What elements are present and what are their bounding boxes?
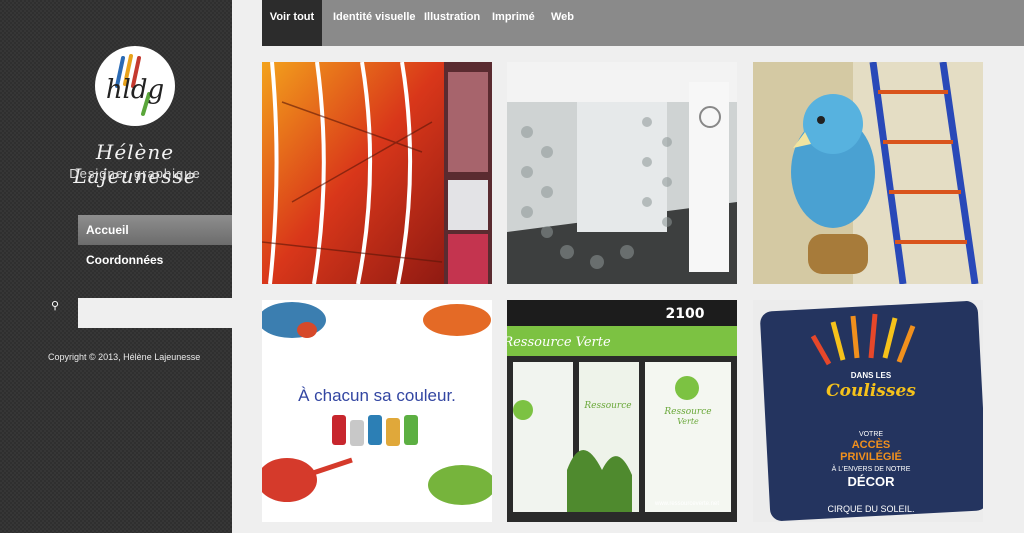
portfolio-item-ressource-verte[interactable]: 2100 Ressource Verte Ressource Ressource…	[507, 300, 737, 522]
portfolio-thumbnail	[507, 62, 737, 284]
tab-voir-tout[interactable]: Voir tout	[262, 0, 322, 46]
window-logo-1: Ressource	[583, 401, 631, 411]
window-logo-2: Ressource	[663, 407, 711, 417]
portfolio-thumbnail: À chacun sa couleur.	[262, 300, 492, 522]
logo[interactable]: hldg	[95, 46, 175, 126]
building-number: 2100	[666, 306, 705, 322]
tab-illustration[interactable]: Illustration	[424, 0, 480, 46]
nav-item-coordonnees[interactable]: Coordonnées	[78, 245, 232, 275]
sidebar: hldg Hélène Lajeunesse Designer graphiqu…	[0, 0, 232, 533]
card-line-5: PRIVILÉGIÉ	[840, 450, 902, 463]
tab-imprime[interactable]: Imprimé	[492, 0, 535, 46]
portfolio-item-office-glass[interactable]	[507, 62, 737, 284]
card-line-1: DANS LES	[851, 371, 892, 380]
store-url: www.ressourceverte.net	[654, 501, 719, 507]
portfolio-item-blue-bird[interactable]	[753, 62, 983, 284]
portfolio-item-chameleons[interactable]: À chacun sa couleur.	[262, 300, 492, 522]
portfolio-item-red-glass[interactable]	[262, 62, 492, 284]
store-sign: Ressource Verte	[507, 335, 611, 350]
card-line-4: ACCÈS	[852, 438, 891, 451]
card-line-2: Coulisses	[826, 381, 916, 401]
search-icon[interactable]: ⚲	[46, 298, 64, 314]
portfolio-thumbnail: 2100 Ressource Verte Ressource Ressource…	[507, 300, 737, 522]
search-input[interactable]	[78, 298, 232, 328]
tile-caption: À chacun sa couleur.	[298, 386, 456, 405]
portfolio-thumbnail: DANS LES Coulisses VOTRE ACCÈS PRIVILÉGI…	[753, 300, 983, 522]
logo-mark: hldg	[106, 54, 164, 116]
portfolio-item-cirque-du-soleil[interactable]: DANS LES Coulisses VOTRE ACCÈS PRIVILÉGI…	[753, 300, 983, 522]
sidebar-nav: Accueil Coordonnées	[78, 215, 232, 275]
phones	[332, 415, 418, 446]
nav-item-accueil[interactable]: Accueil	[78, 215, 232, 245]
tab-identite-visuelle[interactable]: Identité visuelle	[333, 0, 416, 46]
window-logo-2b: Verte	[677, 417, 699, 426]
portfolio-thumbnail	[262, 62, 492, 284]
brand-tagline: Designer graphique	[69, 166, 201, 181]
card-line-7: DÉCOR	[848, 474, 896, 489]
copyright: Copyright © 2013, Hélène Lajeunesse	[48, 352, 201, 362]
logo-text: hldg	[106, 75, 164, 105]
card-line-3: VOTRE	[859, 431, 883, 438]
card-line-6: À L'ENVERS DE NOTRE	[832, 464, 911, 473]
tab-web[interactable]: Web	[551, 0, 574, 46]
portfolio-thumbnail	[753, 62, 983, 284]
filter-bar: Voir tout Identité visuelle Illustration…	[262, 0, 1024, 46]
card-brand: CIRQUE DU SOLEIL.	[827, 504, 914, 514]
